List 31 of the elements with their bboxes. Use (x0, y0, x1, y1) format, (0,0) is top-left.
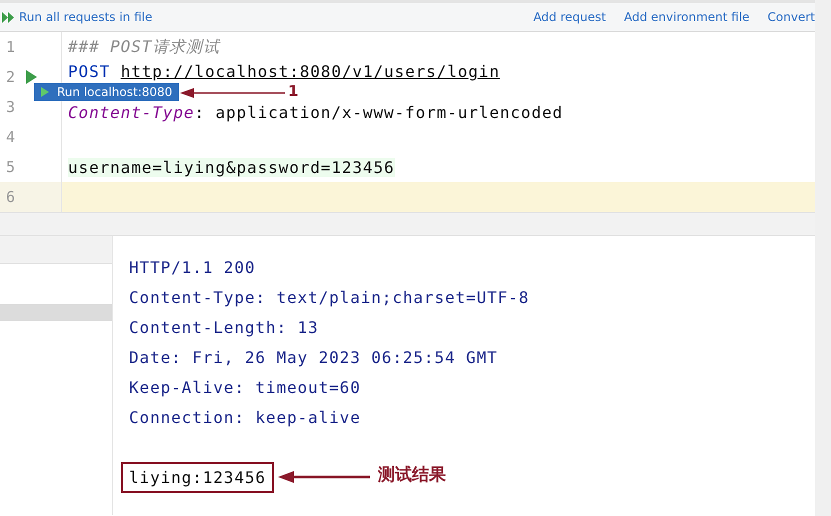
line-number: 3 (6, 98, 16, 116)
http-method: POST (68, 62, 110, 81)
line-number: 2 (6, 68, 16, 86)
play-icon (41, 87, 49, 97)
line-number: 6 (6, 188, 16, 206)
run-icon[interactable] (26, 70, 37, 84)
toolbar-link[interactable]: Convert (768, 10, 815, 24)
header-name: Content-Type (68, 103, 194, 122)
response-header-line: Keep-Alive: timeout=60 (129, 377, 362, 399)
request-body: username=liying&password=123456 (68, 158, 395, 176)
annotation-label: 1 (288, 83, 298, 100)
line-number: 1 (6, 38, 16, 56)
line-number: 4 (6, 128, 16, 146)
header-value: : application/x-www-form-urlencoded (194, 103, 564, 122)
line-number: 5 (6, 158, 16, 176)
splitter-bar[interactable] (0, 212, 815, 236)
response-header-line: HTTP/1.1 200 (129, 257, 256, 279)
double-play-icon (2, 12, 15, 22)
response-header-line: Date: Fri, 26 May 2023 06:25:54 GMT (129, 347, 499, 369)
response-header-line: Content-Type: text/plain;charset=UTF-8 (129, 287, 530, 309)
comment-text: ### POST请求测试 (68, 36, 220, 56)
run-all-button[interactable]: Run all requests in file (2, 10, 152, 24)
response-body: liying:123456 (121, 462, 274, 493)
run-popup-button[interactable]: Run localhost:8080 (34, 83, 179, 101)
toolbar-link[interactable]: Add request (533, 10, 606, 24)
response-header-line: Content-Length: 13 (129, 317, 320, 339)
request-url[interactable]: http://localhost:8080/v1/users/login (120, 62, 500, 81)
selected-row[interactable] (0, 304, 112, 321)
annotation-label: 测试结果 (378, 464, 446, 486)
toolbar-link[interactable]: Add environment file (624, 10, 750, 24)
response-header-line: Connection: keep-alive (129, 407, 362, 429)
